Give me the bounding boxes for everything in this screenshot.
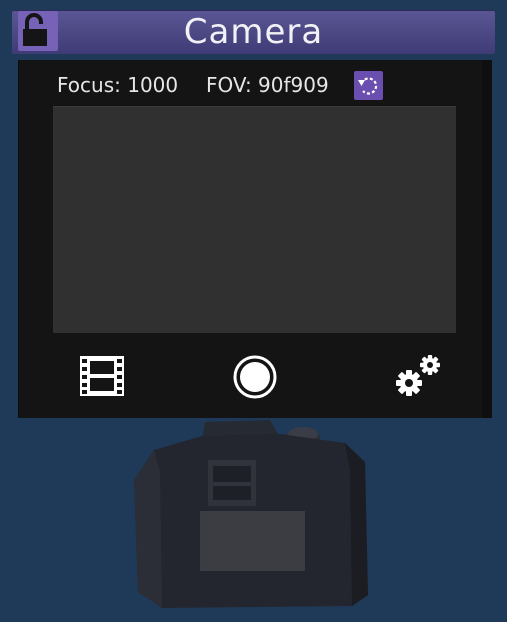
camera-viewport[interactable] xyxy=(53,106,456,333)
panel-edge xyxy=(482,60,492,418)
reset-button[interactable] xyxy=(354,71,383,100)
camera-body-model xyxy=(120,410,380,619)
film-icon xyxy=(80,356,124,396)
scene: Camera Focus: 1000 FOV: 90f909 xyxy=(0,0,507,622)
camera-panel: Focus: 1000 FOV: 90f909 xyxy=(18,60,492,418)
window-title: Camera xyxy=(183,12,324,52)
settings-button[interactable] xyxy=(394,352,444,400)
gears-icon xyxy=(396,355,440,396)
fov-readout: FOV: 90f909 xyxy=(206,73,329,97)
focus-readout: Focus: 1000 xyxy=(57,73,179,97)
film-button[interactable] xyxy=(79,355,125,399)
camera-body-icon xyxy=(134,420,368,608)
reset-icon xyxy=(358,77,378,95)
shutter-button[interactable] xyxy=(232,354,278,400)
window-titlebar[interactable]: Camera xyxy=(12,10,495,54)
shutter-icon xyxy=(233,355,277,399)
